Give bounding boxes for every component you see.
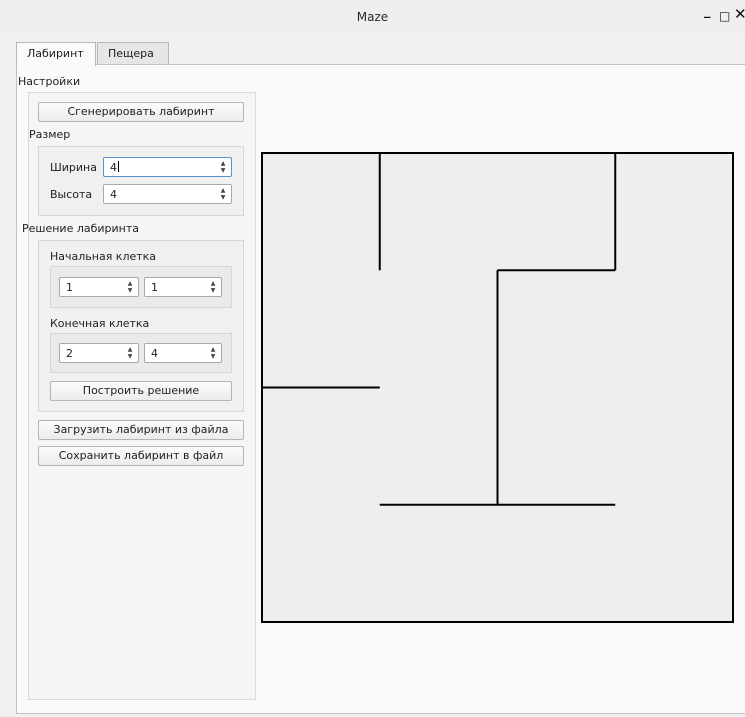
spin-arrows-icon[interactable]: ▲ ▼ — [208, 346, 218, 360]
spin-arrows-icon[interactable]: ▲ ▼ — [125, 346, 135, 360]
start-row-value: 1 — [66, 281, 73, 294]
height-value: 4 — [110, 188, 117, 201]
spin-arrows-icon[interactable]: ▲ ▼ — [218, 160, 228, 174]
height-spinbox[interactable]: 4 ▲ ▼ — [103, 184, 232, 204]
start-col-value: 1 — [151, 281, 158, 294]
solution-group-title: Решение лабиринта — [22, 222, 140, 235]
settings-title: Настройки — [18, 75, 81, 88]
size-group-title: Размер — [29, 128, 71, 141]
window-title: Maze — [356, 10, 389, 24]
start-col-spinbox[interactable]: 1 ▲ ▼ — [144, 277, 222, 297]
end-col-value: 4 — [151, 347, 158, 360]
height-label: Высота — [50, 188, 93, 201]
start-row-spinbox[interactable]: 1 ▲ ▼ — [59, 277, 139, 297]
maze-canvas[interactable] — [261, 152, 735, 624]
title-bar: Maze _ □ ✕ — [0, 0, 745, 34]
tab-maze[interactable]: Лабиринт — [16, 42, 96, 66]
generate-maze-button[interactable]: Сгенерировать лабиринт — [38, 102, 244, 122]
spin-arrows-icon[interactable]: ▲ ▼ — [208, 280, 218, 294]
end-row-spinbox[interactable]: 2 ▲ ▼ — [59, 343, 139, 363]
width-label: Ширина — [50, 161, 97, 174]
build-solution-button[interactable]: Построить решение — [50, 381, 232, 401]
spin-arrows-icon[interactable]: ▲ ▼ — [218, 187, 228, 201]
tab-cave[interactable]: Пещера — [97, 42, 169, 65]
close-icon[interactable]: ✕ — [734, 7, 745, 22]
width-spinbox[interactable]: 4 ▲ ▼ — [103, 157, 232, 177]
end-cell-label: Конечная клетка — [50, 317, 150, 330]
end-row-value: 2 — [66, 347, 73, 360]
load-maze-button[interactable]: Загрузить лабиринт из файла — [38, 420, 244, 440]
end-col-spinbox[interactable]: 4 ▲ ▼ — [144, 343, 222, 363]
start-cell-label: Начальная клетка — [50, 250, 157, 263]
minimize-icon[interactable]: _ — [704, 5, 711, 19]
spin-arrows-icon[interactable]: ▲ ▼ — [125, 280, 135, 294]
maximize-icon[interactable]: □ — [719, 9, 730, 23]
width-value: 4 — [110, 161, 117, 174]
save-maze-button[interactable]: Сохранить лабиринт в файл — [38, 446, 244, 466]
text-cursor — [118, 161, 119, 172]
